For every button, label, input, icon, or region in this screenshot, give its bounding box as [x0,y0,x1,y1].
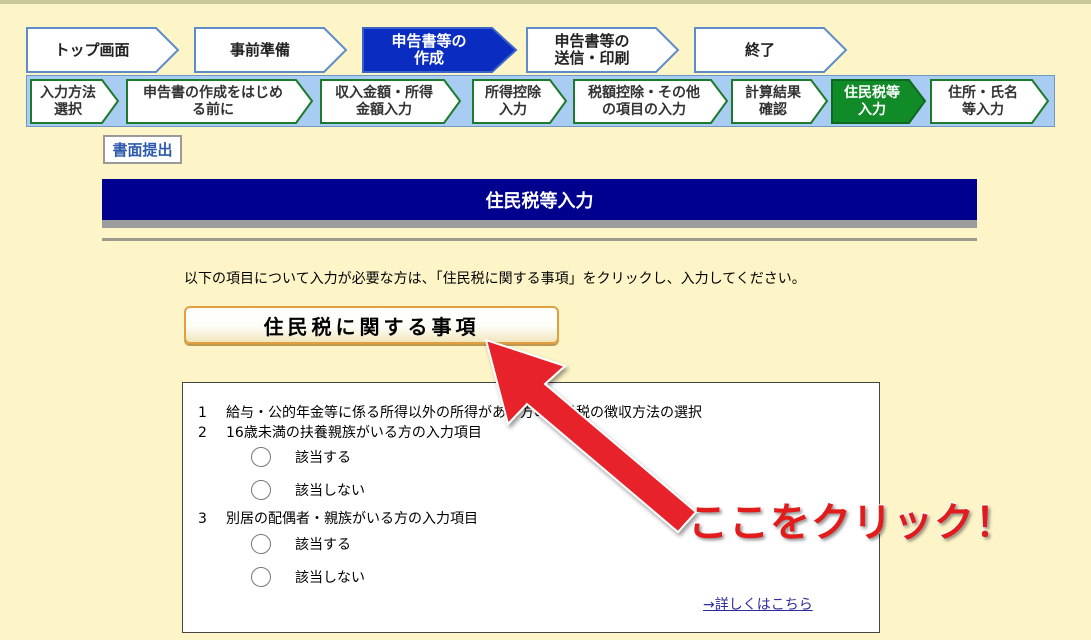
list-item: 3 別居の配偶者・親族がいる方の入力項目 [198,508,478,528]
item-number: 3 [198,511,207,527]
sub-step-tax-credit[interactable]: 税額控除・その他 の項目の入力 [573,79,729,124]
sub-step-nav: 入力方法 選択 申告書の作成をはじめ る前に 収入金額・所得 金額入力 所得控除… [26,75,1055,127]
details-link[interactable]: →詳しくはこちら [703,594,813,614]
page-title: 住民税等入力 [102,179,977,220]
sub-step-income[interactable]: 収入金額・所得 金額入力 [320,79,462,124]
option-label: 該当しない [295,483,365,499]
dependent-under16-no[interactable]: 該当しない [251,480,365,500]
sub-step-label: 住所・氏名 等入力 [948,84,1018,118]
sub-step-label: 収入金額・所得 金額入力 [335,84,433,118]
instruction-text: 以下の項目について入力が必要な方は、「住民税に関する事項」をクリックし、入力して… [184,271,806,287]
main-step-end[interactable]: 終了 [694,27,848,73]
main-step-label: 事前準備 [229,40,290,59]
divider [102,238,977,241]
radio-button[interactable] [251,567,271,587]
item-text: 別居の配偶者・親族がいる方の入力項目 [226,511,478,527]
title-shadow [102,220,977,228]
paper-submit-button[interactable]: 書面提出 [103,135,182,164]
main-step-label: 終了 [744,40,775,59]
sub-step-label: 計算結果 確認 [745,84,801,118]
sub-step-label: 税額控除・その他 の項目の入力 [588,84,700,118]
sub-step-result[interactable]: 計算結果 確認 [731,79,829,124]
sub-step-income-deduction[interactable]: 所得控除 入力 [472,79,568,124]
sub-step-label: 入力方法 選択 [40,84,96,118]
annotation-text: ここをクリック！ [687,499,1016,547]
item-text: 給与・公的年金等に係る所得以外の所得がある方の住民税の徴収方法の選択 [226,405,702,421]
item-number: 2 [198,425,207,441]
item-number: 1 [198,405,207,421]
main-step-label: 申告書等の 送信・印刷 [554,32,630,67]
option-label: 該当する [295,450,351,466]
main-step-label: 申告書等の 作成 [391,32,467,67]
main-step-nav: トップ画面 事前準備 申告書等の 作成 申告書等の 送信・印刷 終了 [26,27,856,73]
sub-step-label: 申告書の作成をはじめ る前に [143,84,283,118]
radio-button[interactable] [251,480,271,500]
top-border [0,0,1091,4]
item-text: 16歳未満の扶養親族がいる方の入力項目 [226,425,482,441]
radio-button[interactable] [251,534,271,554]
main-step-top[interactable]: トップ画面 [26,27,180,73]
sub-step-label: 住民税等 入力 [844,84,900,118]
option-label: 該当しない [295,570,365,586]
separate-spouse-no[interactable]: 該当しない [251,567,365,587]
separate-spouse-yes[interactable]: 該当する [251,534,351,554]
main-step-label: トップ画面 [54,40,130,59]
sub-step-before-start[interactable]: 申告書の作成をはじめ る前に [126,79,314,124]
main-step-send-print[interactable]: 申告書等の 送信・印刷 [526,27,680,73]
dependent-under16-yes[interactable]: 該当する [251,447,351,467]
sub-step-label: 所得控除 入力 [485,84,541,118]
main-step-create[interactable]: 申告書等の 作成 [362,27,518,73]
list-item: 2 16歳未満の扶養親族がいる方の入力項目 [198,422,482,442]
main-step-prep[interactable]: 事前準備 [194,27,348,73]
sub-step-resident-tax[interactable]: 住民税等 入力 [831,79,927,124]
list-item: 1 給与・公的年金等に係る所得以外の所得がある方の住民税の徴収方法の選択 [198,402,702,422]
radio-button[interactable] [251,447,271,467]
sub-step-address-name[interactable]: 住所・氏名 等入力 [930,79,1050,124]
resident-tax-button[interactable]: 住民税に関する事項 [184,306,559,344]
sub-step-input-method[interactable]: 入力方法 選択 [30,79,120,124]
option-label: 該当する [295,537,351,553]
